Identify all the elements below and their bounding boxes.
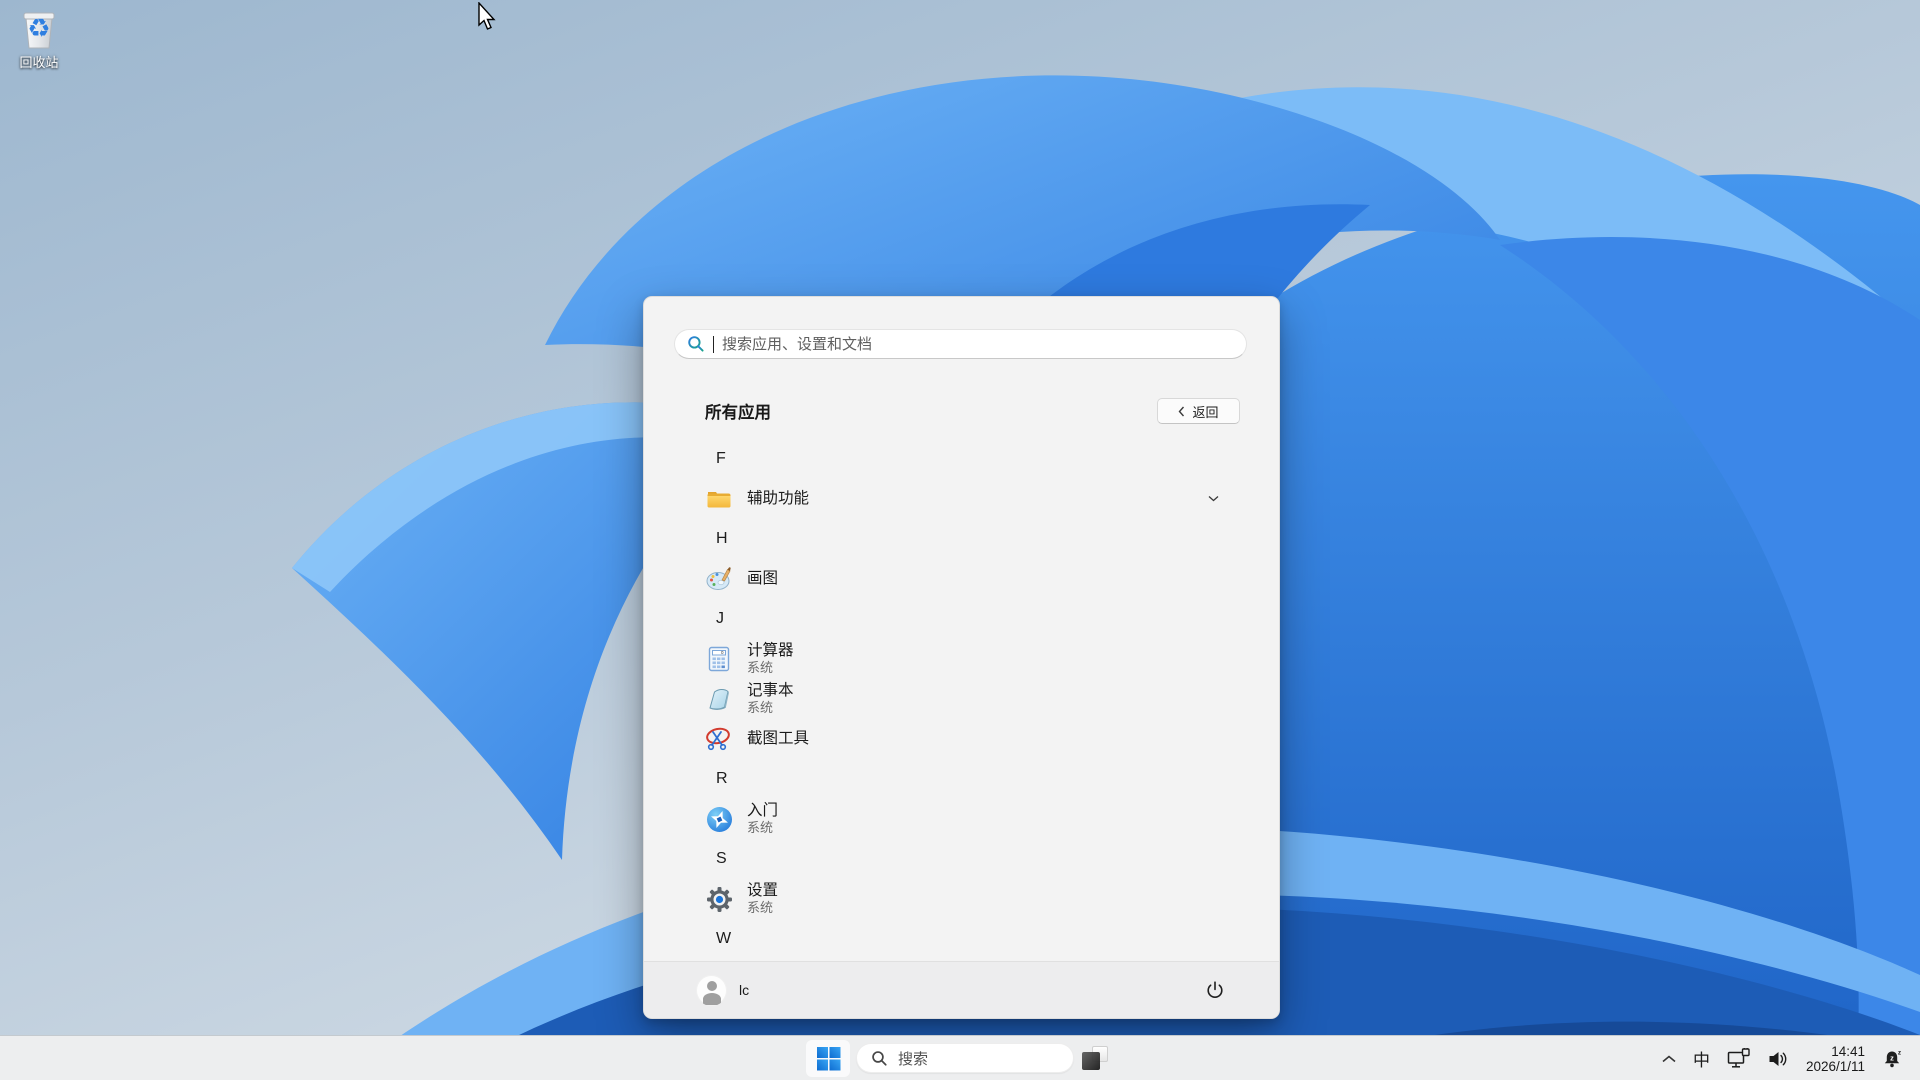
start-menu-search-box[interactable]: [674, 329, 1247, 359]
app-item-notepad[interactable]: 记事本 系统: [644, 679, 1279, 719]
app-sublabel: 系统: [747, 700, 774, 716]
recycle-arrows-icon: ♻: [27, 13, 51, 43]
power-button[interactable]: [1204, 979, 1226, 1001]
chevron-down-icon[interactable]: [1208, 495, 1219, 502]
tray-overflow-button[interactable]: [1654, 1040, 1684, 1078]
system-tray: 中 14:41 2026/1/11 z z: [1654, 1036, 1912, 1080]
power-icon: [1207, 981, 1223, 999]
tray-time: 14:41: [1831, 1043, 1865, 1059]
settings-icon: [705, 885, 733, 913]
taskbar-search-box[interactable]: 搜索: [856, 1043, 1074, 1073]
overlapping-squares-icon: [1082, 1046, 1108, 1070]
all-apps-title: 所有应用: [705, 404, 771, 422]
app-sublabel: 系统: [747, 820, 774, 836]
user-avatar: [696, 974, 727, 1006]
app-label: 计算器: [747, 642, 794, 660]
taskbar-pinned-app[interactable]: [1080, 1044, 1110, 1072]
section-letter-W[interactable]: W: [644, 919, 1279, 959]
start-menu-search-input[interactable]: [722, 335, 1234, 353]
recycle-bin-icon: ♻: [17, 6, 61, 50]
notepad-icon: [705, 685, 733, 713]
chevron-up-icon: [1662, 1054, 1676, 1062]
notification-center-button[interactable]: z z: [1874, 1040, 1912, 1078]
app-item-settings[interactable]: 设置 系统: [644, 879, 1279, 919]
app-item-getstarted[interactable]: 入门 系统: [644, 799, 1279, 839]
app-item-paint[interactable]: 画图: [644, 559, 1279, 599]
search-icon: [872, 1050, 887, 1066]
start-menu-panel: 所有应用 返回 F 辅助功能H 画图J 0 计算器系统: [643, 296, 1280, 1019]
section-letter-label: F: [716, 450, 726, 467]
ime-indicator[interactable]: 中: [1684, 1040, 1719, 1078]
text-caret: [713, 335, 714, 353]
app-label: 入门: [747, 802, 779, 820]
getstarted-icon: [705, 805, 733, 833]
clock[interactable]: 14:41 2026/1/11: [1797, 1040, 1874, 1078]
app-item-calculator[interactable]: 0 计算器 系统: [644, 639, 1279, 679]
user-name: lc: [739, 982, 750, 998]
section-letter-label: S: [716, 850, 727, 867]
section-letter-S[interactable]: S: [644, 839, 1279, 879]
taskbar: 搜索 中 14:41 2026/1/11 z z: [0, 1035, 1920, 1080]
section-letter-J[interactable]: J: [644, 599, 1279, 639]
app-label: 截图工具: [747, 729, 810, 747]
windows-desktop: ♻ 回收站 所有应用: [0, 0, 1920, 1080]
network-icon: [1727, 1047, 1750, 1068]
section-letter-label: J: [716, 610, 724, 627]
recycle-bin-desktop-icon[interactable]: ♻ 回收站: [6, 6, 72, 71]
snipping-icon: [705, 725, 733, 753]
paint-icon: [705, 565, 733, 593]
section-letter-F[interactable]: F: [644, 439, 1279, 479]
start-menu-user-bar: lc: [644, 961, 1279, 1018]
back-button-label: 返回: [1192, 404, 1219, 420]
app-label: 辅助功能: [747, 489, 810, 507]
app-sublabel: 系统: [747, 660, 774, 676]
volume-button[interactable]: [1760, 1040, 1797, 1078]
network-button[interactable]: [1719, 1040, 1760, 1078]
windows-logo-icon: [816, 1047, 840, 1071]
svg-text:z: z: [1890, 1053, 1894, 1062]
svg-text:z: z: [1898, 1049, 1902, 1056]
app-label: 画图: [747, 569, 779, 587]
chevron-left-icon: [1179, 406, 1185, 416]
section-letter-label: H: [716, 530, 728, 547]
search-icon: [688, 336, 704, 352]
app-label: 设置: [747, 882, 779, 900]
speaker-icon: [1769, 1051, 1787, 1066]
calculator-icon: 0: [705, 645, 733, 673]
taskbar-search-label: 搜索: [898, 1050, 929, 1068]
app-sublabel: 系统: [747, 900, 774, 916]
tray-date: 2026/1/11: [1805, 1058, 1865, 1074]
start-button[interactable]: [806, 1040, 850, 1077]
section-letter-label: W: [716, 930, 732, 947]
folder-icon: [705, 485, 733, 513]
app-folder-folder[interactable]: 辅助功能: [644, 479, 1279, 519]
user-account-button[interactable]: lc: [696, 974, 750, 1006]
bell-dnd-icon: z z: [1884, 1049, 1902, 1067]
app-item-snipping[interactable]: 截图工具: [644, 719, 1279, 759]
section-letter-R[interactable]: R: [644, 759, 1279, 799]
back-button[interactable]: 返回: [1157, 398, 1240, 424]
recycle-bin-label: 回收站: [19, 55, 59, 70]
app-label: 记事本: [747, 682, 794, 700]
section-letter-H[interactable]: H: [644, 519, 1279, 559]
all-apps-list: F 辅助功能 H 画图 J 0 计算器 系统 记事本 系统 截图工具 R 入门 …: [644, 439, 1279, 959]
section-letter-label: R: [716, 770, 728, 787]
